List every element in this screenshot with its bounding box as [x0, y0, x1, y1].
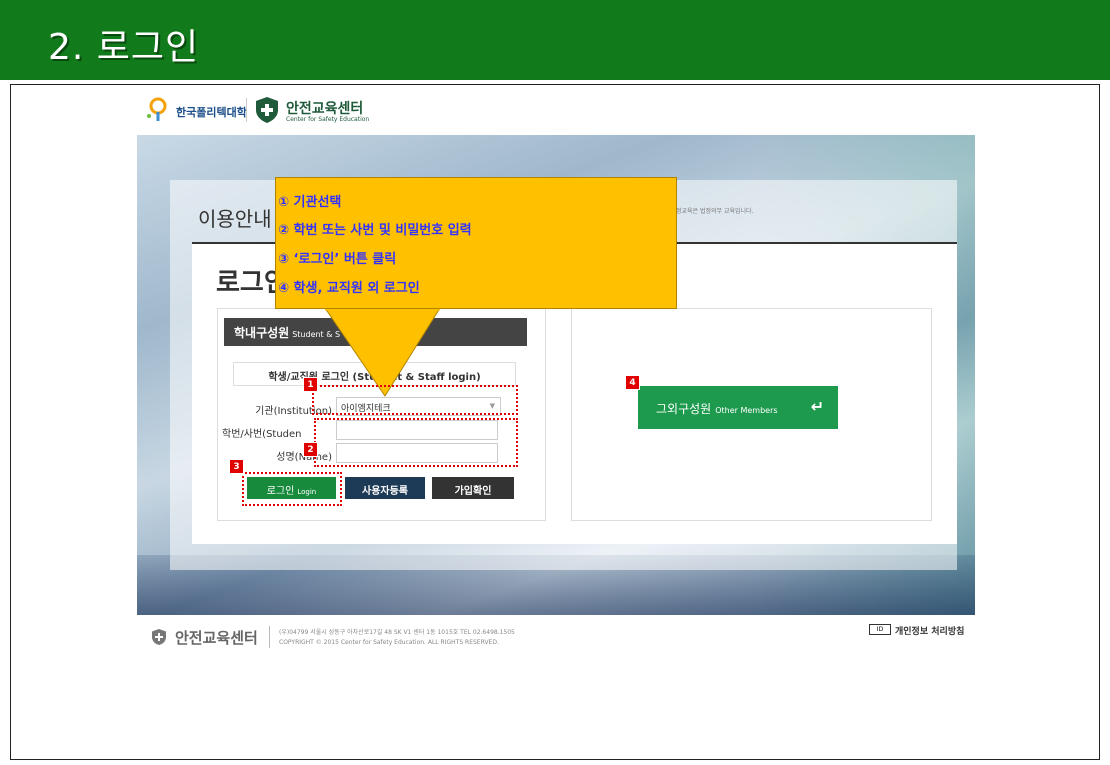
marker-badge-4: 4 [625, 375, 640, 390]
info-heading: 이용안내 [198, 207, 272, 231]
logo-divider [246, 98, 247, 122]
footer-divider [269, 626, 270, 648]
callout-step-4: ④ 학생, 교직원 외 로그인 [278, 281, 420, 296]
enter-arrow-icon: ↵ [810, 397, 824, 416]
marker-badge-1: 1 [303, 377, 318, 392]
check-registration-button[interactable]: 가입확인 [432, 477, 514, 499]
slide-header: 2. 로그인 [0, 0, 1110, 80]
highlight-login-button [242, 472, 342, 506]
members-tab-label: 학내구성원 [234, 326, 290, 340]
callout-step-3: ③ ‘로그인’ 버튼 클릭 [278, 252, 397, 267]
marker-badge-2: 2 [303, 442, 318, 457]
highlight-credentials [314, 418, 518, 467]
polytech-logo-icon [147, 97, 167, 121]
other-members-label: 그외구성원 [656, 402, 712, 416]
privacy-policy-link[interactable]: 개인정보 처리방침 [895, 624, 964, 637]
logo-bar: 한국폴리텍대학 안전교육센터 Center for Safety Educati… [146, 92, 986, 132]
callout-step-2: ② 학번 또는 사번 및 비밀번호 입력 [278, 223, 472, 238]
shield-logo-icon [256, 97, 278, 123]
id-card-icon: ID [869, 624, 891, 635]
footer-name: 안전교육센터 [175, 629, 258, 647]
callout-step-1: ① 기관선택 [278, 195, 342, 210]
footer-address: (우)04799 서울시 성동구 아차산로17길 48 SK V1 센터 1동 … [279, 628, 515, 648]
footer-address-line: (우)04799 서울시 성동구 아차산로17길 48 SK V1 센터 1동 … [279, 629, 515, 636]
info-desc: 정교육은 법정의무 교육입니다. [676, 208, 754, 215]
marker-badge-3: 3 [229, 459, 244, 474]
register-button[interactable]: 사용자등록 [345, 477, 425, 499]
center-name-en: Center for Safety Education [286, 116, 370, 123]
footer-shield-icon [152, 629, 166, 645]
other-members-label-en: Other Members [715, 406, 778, 415]
other-members-button[interactable]: 그외구성원 Other Members ↵ [638, 386, 838, 429]
highlight-institution [312, 385, 518, 415]
slide-title: 2. 로그인 [48, 27, 200, 68]
footer-copyright: COPYRIGHT © 2015 Center for Safety Educa… [279, 639, 499, 646]
polytech-name: 한국폴리텍대학 [176, 106, 247, 119]
center-name: 안전교육센터 [286, 101, 364, 117]
